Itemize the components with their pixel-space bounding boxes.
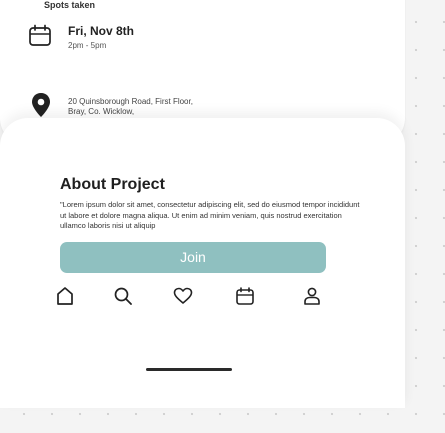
- profile-icon: [304, 287, 320, 305]
- event-detail-screen: Spots taken Fri, Nov 8th 2pm - 5pm 20 Qu…: [0, 0, 445, 433]
- nav-calendar[interactable]: [233, 284, 257, 308]
- location-pin-icon: [30, 92, 56, 118]
- event-address-line1: 20 Quinsborough Road, First Floor,: [68, 97, 193, 106]
- nav-search[interactable]: [111, 284, 135, 308]
- nav-profile[interactable]: [300, 284, 324, 308]
- calendar-icon: [27, 23, 53, 49]
- heart-icon: [173, 287, 193, 304]
- search-icon: [114, 287, 132, 305]
- home-icon: [57, 287, 73, 305]
- calendar-icon: [236, 287, 254, 305]
- about-sheet: About Project "Lorem ipsum dolor sit ame…: [0, 118, 405, 408]
- nav-favorites[interactable]: [171, 284, 195, 308]
- event-time: 2pm - 5pm: [68, 41, 107, 50]
- about-description: "Lorem ipsum dolor sit amet, consectetur…: [60, 200, 360, 230]
- spots-taken-label: Spots taken: [44, 0, 96, 10]
- nav-home[interactable]: [53, 284, 77, 308]
- event-address-line2: Bray, Co. Wicklow,: [68, 107, 135, 116]
- event-date: Fri, Nov 8th: [68, 24, 135, 38]
- bottom-nav: [0, 250, 445, 305]
- about-title: About Project: [60, 176, 165, 193]
- home-indicator: [146, 368, 232, 371]
